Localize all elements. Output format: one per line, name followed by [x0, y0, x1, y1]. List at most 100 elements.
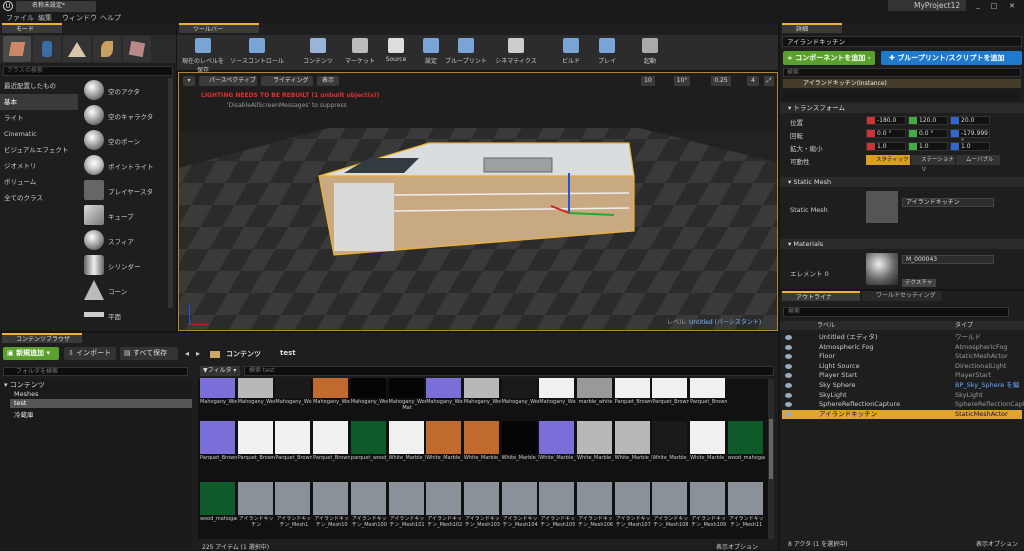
landscape-mode-button[interactable]	[63, 36, 91, 62]
actor-cone[interactable]: コーン	[82, 279, 168, 301]
asset-tile[interactable]: Parquet_Brown_Oak_INST	[614, 378, 652, 420]
actor-empty-pawn[interactable]: 空のポーン	[82, 129, 168, 151]
visibility-eye-icon[interactable]	[785, 402, 792, 408]
asset-tile[interactable]: Parquet_Brown_Oak_INST_normal	[200, 421, 237, 469]
scale-x-field[interactable]: 1.0	[866, 142, 906, 151]
tree-item-test[interactable]: test	[10, 399, 192, 408]
tree-item-fridge[interactable]: 冷蔵庫	[14, 409, 34, 419]
transform-section[interactable]: ▾ トランスフォーム	[780, 103, 1024, 113]
asset-tile[interactable]: Mahogany_Wood_INST_normal	[426, 378, 463, 420]
asset-tile[interactable]: Mahogany_Wood_INST_specular	[501, 378, 539, 420]
asset-tile[interactable]: White_Marble_INST_basecolor	[463, 421, 501, 469]
maximize-viewport-icon[interactable]: ⤢	[764, 76, 774, 86]
import-button[interactable]: ⇩ インポート	[64, 347, 116, 360]
asset-tile[interactable]: Parquet_Brown_Oak_INST	[237, 421, 275, 469]
build-button[interactable]: ビルド	[557, 36, 585, 70]
scale-snap-value[interactable]: 0.25	[711, 76, 731, 86]
grid-snap-value[interactable]: 10	[641, 76, 655, 86]
asset-grid-scrollbar[interactable]	[768, 379, 774, 539]
location-y-field[interactable]: 120.0	[908, 116, 948, 125]
asset-search-input[interactable]: 検索 test	[244, 366, 774, 376]
modes-scrollbar[interactable]	[168, 78, 173, 308]
settings-button[interactable]: 設定	[418, 36, 444, 70]
visibility-eye-icon[interactable]	[785, 411, 792, 417]
asset-tile[interactable]: wood_mahogany	[727, 421, 765, 469]
static-mesh-section[interactable]: ▾ Static Mesh	[780, 177, 1024, 187]
category-basic[interactable]: 基本	[0, 94, 78, 110]
visibility-eye-icon[interactable]	[785, 383, 792, 388]
static-mesh-dropdown[interactable]: アイランドキッチン	[902, 198, 994, 207]
asset-tile[interactable]: wood_mahogany_2	[200, 482, 237, 530]
add-component-button[interactable]: + コンポーネントを追加 -	[783, 51, 875, 65]
outliner-row[interactable]: Atmospheric Fog AtmosphericFog	[782, 343, 1022, 352]
visibility-eye-icon[interactable]	[785, 344, 792, 350]
category-volumes[interactable]: ボリューム	[0, 174, 78, 190]
blueprints-button[interactable]: ブループリント	[445, 36, 487, 70]
actor-cylinder[interactable]: シリンダー	[82, 254, 168, 276]
material-thumbnail[interactable]	[866, 253, 898, 285]
folder-search-input[interactable]: フォルダを検索	[3, 367, 188, 376]
outliner-search-input[interactable]: 検索	[783, 307, 1009, 317]
category-cinematic[interactable]: Cinematic	[0, 126, 78, 142]
class-search-input[interactable]: クラスの検索	[3, 66, 173, 76]
actor-cube[interactable]: キューブ	[82, 204, 168, 226]
visibility-eye-icon[interactable]	[785, 354, 792, 360]
material-dropdown[interactable]: M_000043	[902, 255, 994, 264]
asset-tile[interactable]: White_Marble_INST_normal	[539, 421, 576, 469]
viewport-menu-button[interactable]: ▾	[183, 76, 195, 86]
source-button[interactable]: Source	[382, 36, 410, 70]
source-control-button[interactable]: ソースコントロール	[228, 36, 286, 70]
asset-tile[interactable]: アイランドキッチン_Mesh105	[539, 482, 575, 530]
asset-tile[interactable]: White_Marble_INST_specular	[652, 421, 689, 469]
outliner-row[interactable]: Sky Sphere BP_Sky_Sphere を編	[782, 381, 1022, 390]
asset-tile[interactable]: Mahogany_Wood_INST_metallic	[350, 378, 388, 420]
tab-details[interactable]: 詳細	[782, 23, 842, 33]
asset-tile[interactable]: White_Marble_INST_metallic	[501, 421, 539, 469]
asset-tile[interactable]: アイランドキッチン	[237, 482, 274, 530]
asset-tile[interactable]: アイランドキッチン_Mesh108	[652, 482, 689, 530]
tab-outliner[interactable]: アウトライナ	[782, 291, 860, 301]
asset-tile[interactable]: Mahogany_Wood_INST_roughness	[463, 378, 501, 420]
actor-empty-character[interactable]: 空のキャラクタ	[82, 104, 168, 126]
asset-tile[interactable]: White_Marble_MAT	[690, 421, 727, 469]
actor-plane[interactable]: 平面	[82, 304, 168, 326]
asset-tile[interactable]: アイランドキッチン_Mesh104	[501, 482, 538, 530]
asset-tile[interactable]: アイランドキッチン_Mesh101	[388, 482, 425, 530]
tree-item-meshes[interactable]: Meshes	[14, 390, 39, 398]
asset-tile[interactable]: Parquet_Brown_Oak_MAT	[313, 421, 350, 469]
visibility-eye-icon[interactable]	[785, 392, 792, 398]
maximize-button[interactable]: □	[988, 2, 1000, 10]
asset-tile[interactable]: Parquet_Brown_Oak_INST	[652, 378, 689, 420]
outliner-row[interactable]: SphereReflectionCapture SphereReflectionC…	[782, 400, 1024, 409]
texture-button[interactable]: テクスチャ	[902, 279, 936, 287]
menu-window[interactable]: ウィンドウ	[62, 13, 97, 23]
static-mesh-thumbnail[interactable]	[866, 191, 898, 223]
asset-tile[interactable]: White_Marble_INST_roughness	[614, 421, 652, 469]
scale-z-field[interactable]: 1.0	[950, 142, 990, 151]
category-visual-effects[interactable]: ビジュアルエフェクト	[0, 142, 78, 158]
content-button[interactable]: コンテンツ	[300, 36, 336, 70]
asset-tile[interactable]: Mahogany_Wood_INST_basecolor	[313, 378, 350, 420]
tab-world-settings[interactable]: ワールドセッティング	[862, 291, 942, 301]
component-instance-row[interactable]: アイランドキッチン(Instance)	[783, 79, 1021, 88]
save-all-button[interactable]: ▤ すべて保存	[120, 347, 178, 360]
actor-player-start[interactable]: プレイヤースタ	[82, 179, 168, 201]
asset-tile[interactable]: アイランドキッチン_Mesh1	[275, 482, 311, 530]
marketplace-button[interactable]: マーケット	[344, 36, 376, 70]
asset-tile[interactable]: アイランドキッチン_Mesh107	[614, 482, 651, 530]
play-button[interactable]: プレイ	[591, 36, 623, 70]
blueprint-script-button[interactable]: ✚ ブループリント/スクリプトを追加	[881, 51, 1022, 65]
details-search-input[interactable]: 検索	[783, 68, 1021, 77]
category-geometry[interactable]: ジオメトリ	[0, 158, 78, 174]
label-column-header[interactable]: ラベル	[817, 321, 835, 330]
actor-name-field[interactable]: アイランドキッチン	[782, 36, 1022, 47]
outliner-view-options[interactable]: 表示オプション	[976, 539, 1018, 548]
asset-tile[interactable]: アイランドキッチン_Mesh100	[350, 482, 387, 530]
actor-point-light[interactable]: ポイントライト	[82, 154, 168, 176]
outliner-row[interactable]: Untitled (エディタ) ワールド	[782, 333, 1022, 342]
asset-tile[interactable]: アイランドキッチン_Mesh109	[690, 482, 726, 530]
cinematics-button[interactable]: シネマティクス	[490, 36, 542, 70]
menu-help[interactable]: ヘルプ	[100, 13, 121, 23]
breadcrumb-folder[interactable]: test	[280, 349, 296, 357]
type-column-header[interactable]: タイプ	[955, 321, 973, 330]
